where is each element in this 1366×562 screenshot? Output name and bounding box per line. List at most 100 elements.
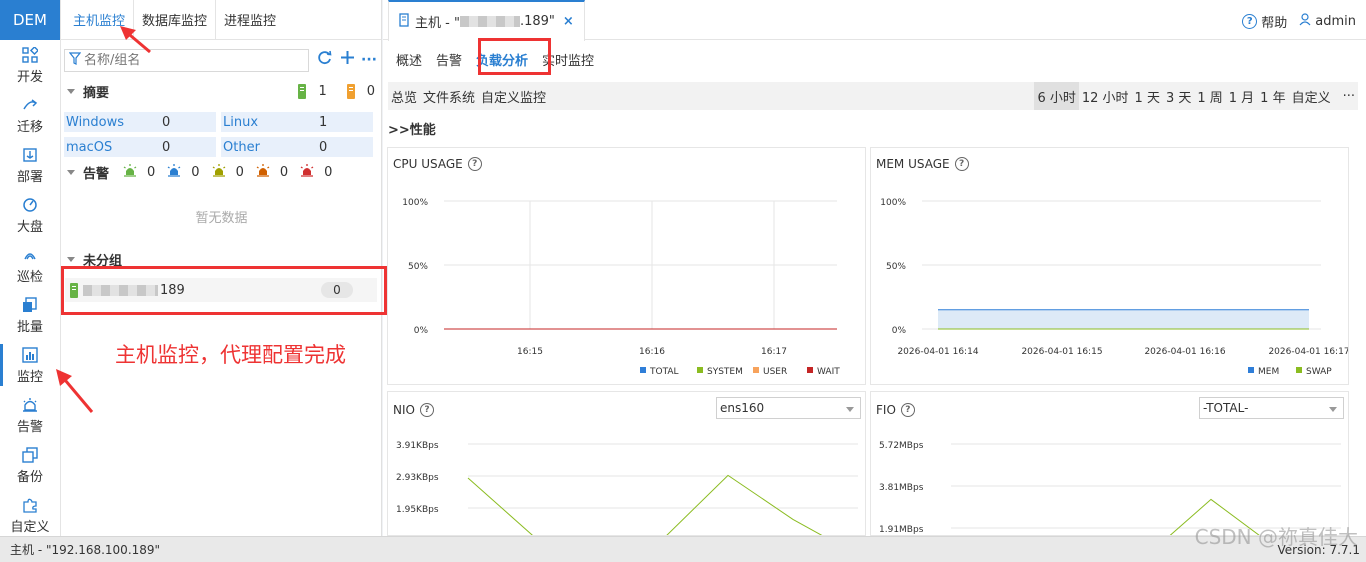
legend-label: USER — [763, 367, 787, 377]
add-icon[interactable] — [340, 50, 355, 70]
alarm-level-count: 0 — [235, 164, 244, 180]
annotation-text: 主机监控，代理配置完成 — [115, 343, 346, 367]
status-text: 主机 - "192.168.100.189" — [10, 543, 161, 557]
close-icon[interactable]: × — [563, 14, 574, 29]
tab-host-monitor[interactable]: 主机监控 — [65, 0, 135, 40]
legend-swatch — [1296, 367, 1302, 373]
legend-label: SWAP — [1306, 367, 1332, 377]
alarm-title: 告警 — [83, 166, 110, 182]
panel-title-text: CPU USAGE — [393, 157, 463, 171]
nav-label: 巡检 — [16, 269, 43, 285]
nav-item-alarm[interactable]: 告警 — [0, 390, 60, 440]
help-icon[interactable]: ? — [900, 403, 915, 417]
help-icon[interactable]: ? — [467, 157, 482, 171]
alarm-level-icon — [167, 163, 181, 181]
server-offline-icon — [346, 83, 355, 99]
view-filesystem[interactable]: 文件系统 — [420, 87, 478, 106]
view-toolbar: 总览 文件系统 自定义监控 6 小时 12 小时 1 天3 天1 周1 月1 年自定… — [388, 82, 1358, 110]
panel-title: FIO? — [876, 403, 919, 417]
watermark: CSDN @祢真佳大 — [1194, 525, 1358, 549]
search-box[interactable] — [64, 48, 310, 72]
summary-header[interactable]: 摘要 1 0 — [67, 81, 375, 101]
help-icon[interactable]: ? — [954, 157, 969, 171]
alarm-level-count: 0 — [147, 164, 156, 180]
batch-icon — [22, 296, 38, 314]
caret-down-icon — [67, 256, 75, 262]
help-link[interactable]: 帮助 — [1261, 12, 1287, 31]
host-tab-suffix: .189" — [519, 14, 555, 29]
nav-item-monitor[interactable]: 监控 — [0, 340, 60, 390]
main-area: 主机 - " .189" × ? 帮助 admin 概述 告警 负载分析 实时监… — [383, 0, 1366, 536]
os-windows[interactable]: Windows 0 — [64, 112, 216, 132]
view-custom-monitor[interactable]: 自定义监控 — [478, 87, 549, 106]
x-tick-label: 16:16 — [639, 347, 665, 357]
subtab-alarm[interactable]: 告警 — [429, 40, 469, 78]
legend-label: WAIT — [817, 367, 840, 377]
os-name: Linux — [223, 114, 259, 130]
nav-label: 部署 — [16, 169, 43, 185]
nav-item-migrate[interactable]: 迁移 — [0, 90, 60, 140]
alarm-level-count: 0 — [191, 164, 200, 180]
more-icon[interactable]: ··· — [361, 50, 377, 70]
os-count: 0 — [162, 114, 171, 130]
nav-item-dashboard[interactable]: 大盘 — [0, 190, 60, 240]
panel-title: NIO? — [393, 403, 438, 417]
legend-label: MEM — [1258, 367, 1279, 377]
user-name[interactable]: admin — [1315, 14, 1356, 29]
os-count: 1 — [319, 114, 328, 130]
search-input[interactable] — [84, 52, 294, 68]
alarm-level-icon — [300, 163, 314, 181]
disk-select[interactable]: -TOTAL- — [1199, 397, 1344, 419]
time-range-option[interactable]: 3 天 — [1163, 82, 1194, 110]
view-overview[interactable]: 总览 — [388, 87, 420, 106]
help-icon[interactable]: ? — [1242, 14, 1258, 29]
tab-db-monitor[interactable]: 数据库监控 — [134, 0, 217, 40]
host-tab[interactable]: 主机 - " .189" × — [388, 0, 585, 41]
nav-item-deploy[interactable]: 部署 — [0, 140, 60, 190]
time-range-option[interactable]: 1 年 — [1257, 82, 1288, 110]
cpu-usage-panel: CPU USAGE? 100% 50% 0% 16:15 16:16 16:17 TOTAL… — [387, 147, 866, 385]
nav-item-inspect[interactable]: 巡检 — [0, 240, 60, 290]
nav-label: 开发 — [16, 69, 43, 85]
nav-label: 自定义 — [10, 519, 50, 535]
time-range-option[interactable]: 1 月 — [1226, 82, 1257, 110]
nav-item-custom[interactable]: 自定义 — [0, 490, 60, 536]
online-count: 1 — [318, 83, 327, 99]
os-name: Other — [223, 139, 260, 155]
nav-item-batch[interactable]: 批量 — [0, 290, 60, 340]
panel-title-text: MEM USAGE — [876, 157, 950, 171]
legend-swatch — [640, 367, 646, 373]
time-range-option[interactable]: 自定义 — [1289, 82, 1334, 110]
time-range-option[interactable]: 1 周 — [1194, 82, 1225, 110]
nio-panel: NIO? ens160 3.91KBps 2.93KBps 1.95KBps — [387, 391, 866, 536]
app-logo[interactable]: DEM — [0, 0, 60, 40]
nav-label: 监控 — [16, 369, 43, 385]
alarm-level-icon — [123, 163, 137, 181]
no-data-text: 暂无数据 — [195, 211, 248, 226]
os-macos[interactable]: macOS 0 — [64, 137, 216, 157]
time-range-option[interactable]: 6 小时 — [1034, 82, 1079, 110]
help-icon[interactable]: ? — [419, 403, 434, 417]
time-range-option[interactable]: 1 天 — [1132, 82, 1163, 110]
time-range-option[interactable]: 12 小时 — [1079, 82, 1132, 110]
nic-select[interactable]: ens160 — [716, 397, 861, 419]
os-linux[interactable]: Linux 1 — [221, 112, 373, 132]
nav-item-develop[interactable]: 开发 — [0, 40, 60, 90]
nav-label: 大盘 — [16, 219, 43, 235]
fio-panel: FIO? -TOTAL- 5.72MBps 3.81MBps 1.91MBps — [870, 391, 1349, 536]
subtab-overview[interactable]: 概述 — [389, 40, 429, 78]
os-other[interactable]: Other 0 — [221, 137, 373, 157]
monitor-type-tabs: 主机监控 数据库监控 进程监控 — [61, 0, 381, 40]
header-right: ? 帮助 admin — [1242, 12, 1356, 31]
time-range-option[interactable]: ··· — [1340, 82, 1358, 110]
search-row: ··· — [64, 48, 377, 72]
tab-process-monitor[interactable]: 进程监控 — [216, 0, 284, 40]
nav-item-backup[interactable]: 备份 — [0, 440, 60, 490]
y-tick-label: 3.91KBps — [396, 441, 439, 451]
os-count: 0 — [162, 139, 171, 155]
panel-title-text: NIO — [393, 403, 415, 417]
alarm-header[interactable]: 告警 0 0 0 0 0 — [67, 162, 375, 182]
refresh-icon[interactable] — [317, 50, 332, 70]
highlight-host-row — [61, 266, 387, 315]
y-tick-label: 100% — [402, 198, 428, 208]
